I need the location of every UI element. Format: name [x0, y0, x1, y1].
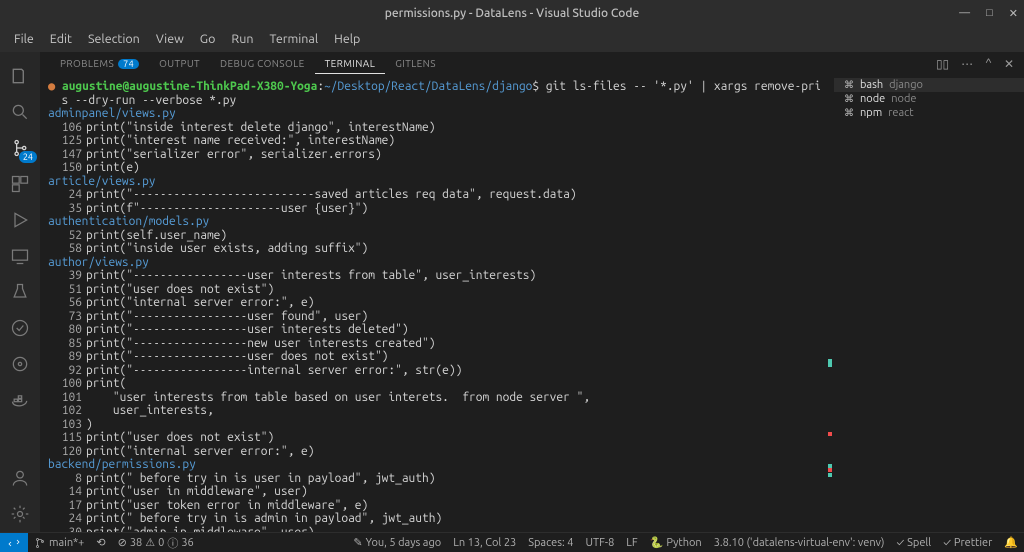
status-encoding[interactable]: UTF-8: [579, 536, 620, 549]
terminal-list: ⌘bash django⌘node node⌘npm react: [834, 76, 1024, 532]
status-spaces[interactable]: Spaces: 4: [522, 536, 579, 549]
testing-icon[interactable]: [0, 274, 40, 310]
activity-bar: 24: [0, 52, 40, 532]
gitlens-icon[interactable]: [0, 346, 40, 382]
status-venv[interactable]: 3.8.10 ('datalens-virtual-env': venv): [708, 536, 891, 549]
scm-badge: 24: [19, 151, 37, 163]
remote-icon[interactable]: [0, 238, 40, 274]
remote-status-icon[interactable]: [0, 533, 28, 552]
terminal-icon: ⌘: [844, 79, 854, 91]
status-bar: main*+ ⟲ ⊘ 38 ⚠ 0 ⓘ 36 ✎ You, 5 days ago…: [0, 532, 1024, 552]
liveshare-icon[interactable]: [0, 310, 40, 346]
menu-file[interactable]: File: [6, 29, 42, 49]
status-prettier[interactable]: ✓ Prettier: [937, 536, 998, 549]
status-lang[interactable]: 🐍 Python: [644, 536, 708, 549]
terminal-process[interactable]: ⌘bash django: [834, 78, 1024, 92]
maximize-panel-icon[interactable]: ^: [985, 57, 992, 71]
tab-problems[interactable]: PROBLEMS74: [50, 54, 149, 73]
status-problems[interactable]: ⊘ 38 ⚠ 0 ⓘ 36: [112, 535, 200, 551]
status-cursor[interactable]: Ln 13, Col 23: [447, 536, 522, 549]
menu-edit[interactable]: Edit: [42, 29, 80, 49]
window-controls: — □ ✕: [959, 0, 1018, 26]
source-control-icon[interactable]: 24: [0, 130, 40, 166]
tab-terminal[interactable]: TERMINAL: [315, 54, 386, 74]
search-icon[interactable]: [0, 94, 40, 130]
terminal-process[interactable]: ⌘npm react: [834, 106, 1024, 120]
extensions-icon[interactable]: [0, 166, 40, 202]
status-blame[interactable]: ✎ You, 5 days ago: [347, 536, 447, 549]
run-debug-icon[interactable]: [0, 202, 40, 238]
explorer-icon[interactable]: [0, 58, 40, 94]
terminal-process[interactable]: ⌘node node: [834, 92, 1024, 106]
more-icon[interactable]: ⋯: [961, 57, 973, 71]
tab-gitlens[interactable]: GITLENS: [385, 54, 446, 73]
terminal-scrollbar[interactable]: [820, 76, 834, 532]
status-branch[interactable]: main*+: [28, 537, 90, 549]
menu-selection[interactable]: Selection: [80, 29, 148, 49]
close-panel-icon[interactable]: ✕: [1004, 57, 1014, 71]
menu-view[interactable]: View: [148, 29, 192, 49]
status-spell[interactable]: ✓ Spell: [890, 536, 937, 549]
status-eol[interactable]: LF: [620, 536, 643, 549]
minimize-icon[interactable]: —: [959, 7, 970, 19]
menu-bar: File Edit Selection View Go Run Terminal…: [0, 26, 1024, 52]
split-terminal-icon[interactable]: ▯▯: [936, 57, 949, 71]
window-title: permissions.py - DataLens - Visual Studi…: [385, 7, 639, 20]
terminal[interactable]: ● augustine@augustine-ThinkPad-X380-Yoga…: [40, 76, 820, 532]
menu-terminal[interactable]: Terminal: [261, 29, 326, 49]
tab-debug-console[interactable]: DEBUG CONSOLE: [210, 54, 315, 73]
title-bar: permissions.py - DataLens - Visual Studi…: [0, 0, 1024, 26]
maximize-icon[interactable]: □: [986, 7, 993, 19]
terminal-icon: ⌘: [844, 93, 854, 105]
status-sync[interactable]: ⟲: [90, 536, 111, 549]
settings-icon[interactable]: [0, 496, 40, 532]
tab-output[interactable]: OUTPUT: [149, 54, 210, 73]
menu-help[interactable]: Help: [326, 29, 368, 49]
close-icon[interactable]: ✕: [1009, 7, 1018, 20]
menu-go[interactable]: Go: [192, 29, 224, 49]
menu-run[interactable]: Run: [223, 29, 261, 49]
terminal-icon: ⌘: [844, 107, 854, 119]
status-bell-icon[interactable]: 🔔: [998, 536, 1024, 549]
panel-tabs: PROBLEMS74 OUTPUT DEBUG CONSOLE TERMINAL…: [40, 52, 1024, 76]
docker-icon[interactable]: [0, 382, 40, 418]
accounts-icon[interactable]: [0, 460, 40, 496]
